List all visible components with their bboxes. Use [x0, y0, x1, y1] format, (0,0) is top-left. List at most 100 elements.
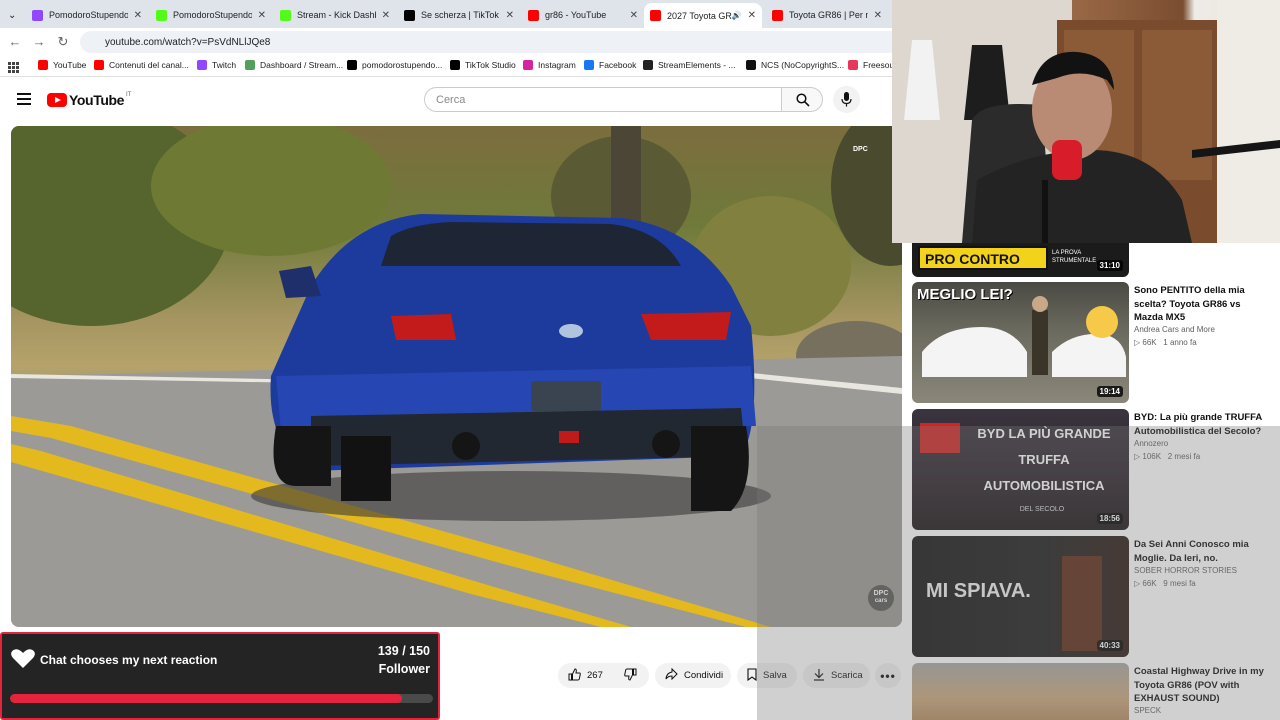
browser-tab[interactable]: 2027 Toyota GR8 🔊 ✕	[644, 3, 762, 28]
speaker-icon[interactable]: 🔊	[732, 11, 742, 20]
recommendation-channel[interactable]: Andrea Cars and More	[1134, 325, 1215, 334]
tab-search-dropdown[interactable]: ⌄	[2, 4, 26, 26]
bookmark-label: Freesou	[863, 60, 895, 70]
recommendation-channel[interactable]: SOBER HORROR STORIES	[1134, 566, 1237, 575]
close-tab-icon[interactable]: ✕	[134, 10, 142, 21]
dislike-button[interactable]	[611, 663, 649, 688]
close-tab-icon[interactable]: ✕	[874, 10, 882, 21]
recommendation-channel[interactable]: SPECK	[1134, 706, 1161, 715]
close-tab-icon[interactable]: ✕	[748, 10, 756, 21]
recommendation-thumbnail[interactable]: MEGLIO LEI? 19:14	[912, 282, 1129, 403]
browser-tab[interactable]: Toyota GR86 | Per no ✕	[766, 4, 888, 26]
recommendation-title[interactable]: Da Sei Anni Conosco mia Moglie. Da Ieri,…	[1134, 538, 1272, 565]
bookmark-item[interactable]: Instagram	[523, 60, 576, 70]
browser-tab[interactable]: Se scherza | TikTok ✕	[398, 4, 520, 26]
bookmark-favicon-icon	[245, 60, 255, 70]
recommendation-thumbnail[interactable]: PRO CONTRO LA PROVA STRUMENTALE 31:10	[912, 243, 1129, 277]
browser-tab-strip: ⌄ PomodoroStupendo ✕ PomodoroStupendo ✕ Stre…	[0, 0, 892, 28]
recommendation-item[interactable]: MI SPIAVA. 40:33 Da Sei Anni Conosco mia…	[912, 536, 1272, 657]
close-tab-icon[interactable]: ✕	[258, 10, 266, 21]
recommendation-title[interactable]: Sono PENTITO della mia scelta? Toyota GR…	[1134, 284, 1272, 325]
recommendation-item[interactable]: BYD LA PIÙ GRANDE TRUFFA AUTOMOBILISTICA…	[912, 409, 1272, 530]
download-icon	[813, 668, 825, 684]
bookmark-item[interactable]: Facebook	[584, 60, 636, 70]
browser-tab[interactable]: Stream - Kick Dashbo ✕	[274, 4, 396, 26]
voice-search-button[interactable]	[833, 86, 860, 113]
webcam-overlay	[892, 0, 1280, 243]
bookmark-item[interactable]: Freesou	[848, 60, 894, 70]
close-tab-icon[interactable]: ✕	[630, 10, 638, 21]
microphone-icon	[841, 92, 852, 107]
bookmark-item[interactable]: NCS (NoCopyrightS...	[746, 60, 844, 70]
bookmark-icon	[747, 667, 757, 684]
forward-icon[interactable]: →	[30, 33, 48, 51]
search-placeholder: Cerca	[436, 93, 466, 106]
recommendation-thumbnail[interactable]: BYD LA PIÙ GRANDE TRUFFA AUTOMOBILISTICA…	[912, 409, 1129, 530]
download-button[interactable]: Scarica	[803, 663, 870, 688]
search-input[interactable]: Cerca	[424, 87, 782, 112]
recommendation-title[interactable]: Coastal Highway Drive in my Toyota GR86 …	[1134, 665, 1272, 706]
bookmarks-bar: YouTube Contenuti del canal... Twitch Dashb…	[0, 55, 894, 77]
bookmark-item[interactable]: Twitch	[197, 60, 236, 70]
tab-title: Toyota GR86 | Per no	[789, 10, 868, 20]
recommendation-title[interactable]: BYD: La più grande TRUFFA Automobilistic…	[1134, 411, 1272, 438]
url-text[interactable]: youtube.com/watch?v=PsVdNLlJQe8	[105, 37, 270, 48]
close-tab-icon[interactable]: ✕	[382, 10, 390, 21]
bookmark-item[interactable]: pomodorostupendo...	[347, 60, 442, 70]
bookmark-favicon-icon	[197, 60, 207, 70]
follower-goal-widget: Chat chooses my next reaction 139 / 150 …	[0, 632, 440, 720]
view-count: 66K	[1142, 579, 1157, 588]
thumbnail-flag	[920, 423, 960, 453]
download-label: Scarica	[831, 670, 863, 681]
browser-tab[interactable]: PomodoroStupendo ✕	[150, 4, 272, 26]
thumbnail-text: MI SPIAVA.	[926, 580, 1031, 602]
view-count: 66K	[1142, 338, 1157, 347]
menu-icon[interactable]	[17, 93, 31, 105]
bookmark-item[interactable]: Dashboard / Stream...	[245, 60, 343, 70]
video-duration: 40:33	[1096, 640, 1123, 651]
more-actions-button[interactable]: •••	[875, 663, 901, 688]
browser-tab[interactable]: gr86 - YouTube ✕	[522, 4, 644, 26]
upload-age: 2 mesi fa	[1167, 452, 1201, 461]
browser-tab[interactable]: PomodoroStupendo ✕	[26, 4, 148, 26]
recommendation-item[interactable]: MEGLIO LEI? 19:14 Sono PENTITO della mia…	[912, 282, 1272, 403]
chevron-down-icon: ⌄	[8, 9, 17, 21]
save-label: Salva	[763, 670, 787, 681]
video-duration: 19:14	[1096, 386, 1123, 397]
apps-grid-icon[interactable]	[8, 60, 19, 73]
recommendation-thumbnail[interactable]: MI SPIAVA. 40:33	[912, 536, 1129, 657]
search-button[interactable]	[781, 87, 823, 112]
video-player[interactable]: DPC DPC cars	[11, 126, 902, 627]
recommendation-meta: ▷ 66K 9 mesi fa	[1134, 579, 1196, 588]
bookmark-favicon-icon	[94, 60, 104, 70]
bookmark-item[interactable]: TikTok Studio	[450, 60, 516, 70]
channel-watermark-line2: cars	[874, 598, 888, 604]
like-count: 267	[587, 670, 603, 681]
bookmark-item[interactable]: YouTube	[38, 60, 86, 70]
thumbnail-text: PRO CONTRO	[925, 251, 1020, 267]
thumbnail-subtext: DEL SECOLO	[1019, 506, 1065, 513]
like-button[interactable]: 267	[558, 663, 611, 688]
tab-title: PomodoroStupendo	[49, 10, 128, 20]
channel-watermark[interactable]: DPC cars	[868, 585, 894, 611]
recommendation-channel[interactable]: Annozero	[1134, 439, 1168, 448]
kick-icon	[280, 9, 291, 21]
recommendation-thumbnail[interactable]	[912, 663, 1129, 720]
bookmark-item[interactable]: StreamElements - ...	[643, 60, 735, 70]
thumbnail-banner: PRO CONTRO	[918, 246, 1048, 270]
recommendation-item[interactable]: Coastal Highway Drive in my Toyota GR86 …	[912, 663, 1272, 720]
recommendation-item[interactable]: PRO CONTRO LA PROVA STRUMENTALE 31:10	[912, 243, 1272, 277]
bookmark-item[interactable]: Contenuti del canal...	[94, 60, 189, 70]
tab-title: 2027 Toyota GR8	[667, 10, 732, 21]
reload-icon[interactable]: ↻	[54, 33, 72, 51]
back-icon[interactable]: ←	[6, 33, 24, 51]
save-button[interactable]: Salva	[737, 663, 797, 688]
bookmark-label: StreamElements - ...	[658, 60, 736, 70]
close-tab-icon[interactable]: ✕	[506, 10, 514, 21]
youtube-icon	[772, 9, 783, 21]
bookmark-label: pomodorostupendo...	[362, 60, 443, 70]
bookmark-label: TikTok Studio	[465, 60, 516, 70]
share-button[interactable]: Condividi	[655, 663, 731, 688]
youtube-logo[interactable]: YouTube IT	[47, 92, 131, 108]
tab-title: Se scherza | TikTok	[421, 10, 499, 20]
